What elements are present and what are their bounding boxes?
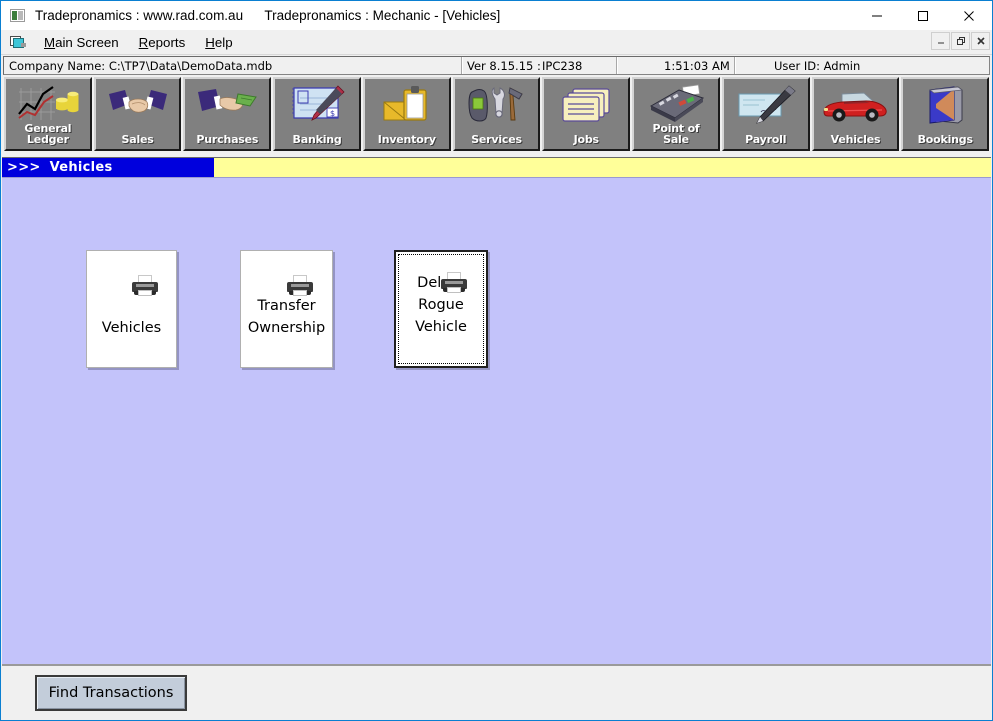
cheque-signing-icon xyxy=(724,83,808,127)
window-title: Tradepronamics : www.rad.com.au Tradepro… xyxy=(35,8,500,23)
menu-item-help[interactable]: Help xyxy=(196,34,241,51)
section-arrows: >>> xyxy=(7,160,41,175)
book-icon xyxy=(903,83,987,127)
cheque-pen-icon: $ xyxy=(275,83,359,127)
toolbar-label: Point of Sale xyxy=(652,122,700,146)
close-button[interactable] xyxy=(946,1,992,30)
toolbar-label: Purchases xyxy=(196,133,259,146)
toolbar-button-vehicles[interactable]: Vehicles xyxy=(811,77,900,151)
info-bar: Company Name: C:\TP7\Data\DemoData.mdb V… xyxy=(3,56,990,75)
app-icon xyxy=(10,8,26,24)
general-ledger-icon xyxy=(6,83,90,127)
minimize-button[interactable] xyxy=(854,1,900,30)
application-window: Tradepronamics : www.rad.com.au Tradepro… xyxy=(0,0,993,721)
cash-register-icon xyxy=(634,83,718,127)
mdi-close-button[interactable] xyxy=(971,32,990,50)
toolbar-button-general-ledger[interactable]: General Ledger xyxy=(4,77,92,151)
toolbar-button-inventory[interactable]: Inventory xyxy=(362,77,451,151)
toolbar-label: Banking xyxy=(292,133,342,146)
toolbar-label: Jobs xyxy=(573,133,599,146)
machine-id-label: IPC238 xyxy=(542,59,583,73)
toolbar-label: Inventory xyxy=(377,133,436,146)
hand-money-icon xyxy=(185,83,269,127)
content-area: Vehicles Transfer Ownership Delete Rogue… xyxy=(2,177,991,664)
handshake-icon xyxy=(96,83,180,127)
toolbar-button-point-of-sale[interactable]: Point of Sale xyxy=(632,77,720,151)
toolbar-button-sales[interactable]: Sales xyxy=(93,77,182,151)
svg-text:$: $ xyxy=(330,109,335,118)
panel-button-label: Vehicles xyxy=(101,320,162,336)
cards-icon xyxy=(544,83,628,127)
clipboard-box-icon xyxy=(365,83,449,127)
toolbar-label: Payroll xyxy=(745,133,787,146)
toolbar-label: Vehicles xyxy=(830,133,881,146)
mdi-window-controls xyxy=(931,32,990,50)
tools-icon xyxy=(455,83,539,127)
toolbar-button-purchases[interactable]: Purchases xyxy=(183,77,272,151)
toolbar-label: Services xyxy=(471,133,522,146)
maximize-button[interactable] xyxy=(900,1,946,30)
panel-button-label: Transfer Ownership xyxy=(247,298,326,336)
toolbar-label: Sales xyxy=(121,133,154,146)
red-car-icon xyxy=(814,83,898,127)
mdi-restore-button[interactable] xyxy=(951,32,970,50)
window-title-right: Tradepronamics : Mechanic - [Vehicles] xyxy=(264,8,501,23)
toolbar-button-banking[interactable]: $ Banking xyxy=(273,77,361,151)
mdi-minimize-button[interactable] xyxy=(931,32,950,50)
section-yellow-strip xyxy=(214,158,991,177)
window-controls xyxy=(854,1,992,30)
panel-button-delete-rogue-vehicle[interactable]: Delete Rogue Vehicle xyxy=(394,250,488,368)
panel-button-transfer-ownership[interactable]: Transfer Ownership xyxy=(240,250,333,368)
toolbar-button-payroll[interactable]: Payroll xyxy=(721,77,810,151)
menu-item-main-screen[interactable]: Main Screen xyxy=(35,34,128,51)
menu-item-reports[interactable]: Reports xyxy=(130,34,195,51)
version-label: Ver 8.15.15 : xyxy=(467,59,541,73)
window-title-left: Tradepronamics : www.rad.com.au xyxy=(35,8,244,23)
bottom-bar: Find Transactions xyxy=(2,664,991,719)
mdi-document-icon xyxy=(9,34,27,50)
user-id-label: User ID: Admin xyxy=(774,59,861,73)
toolbar-label: Bookings xyxy=(917,133,973,146)
panel-button-vehicles[interactable]: Vehicles xyxy=(86,250,177,368)
company-name-label: Company Name: C:\TP7\Data\DemoData.mdb xyxy=(9,59,273,73)
menu-bar: Main Screen Reports Help xyxy=(1,30,992,55)
toolbar-button-bookings[interactable]: Bookings xyxy=(901,77,990,151)
toolbar-button-services[interactable]: Services xyxy=(452,77,541,151)
toolbar-label: General Ledger xyxy=(24,122,72,146)
section-header: >>> Vehicles xyxy=(2,157,991,177)
section-title: Vehicles xyxy=(49,160,113,175)
title-bar: Tradepronamics : www.rad.com.au Tradepro… xyxy=(1,1,992,30)
time-label: 1:51:03 AM xyxy=(664,59,730,73)
module-toolbar: General Ledger Sales Purchases $ Banking… xyxy=(2,77,991,156)
section-title-bar: >>> Vehicles xyxy=(2,158,214,177)
find-transactions-button[interactable]: Find Transactions xyxy=(35,674,187,711)
toolbar-button-jobs[interactable]: Jobs xyxy=(542,77,631,151)
